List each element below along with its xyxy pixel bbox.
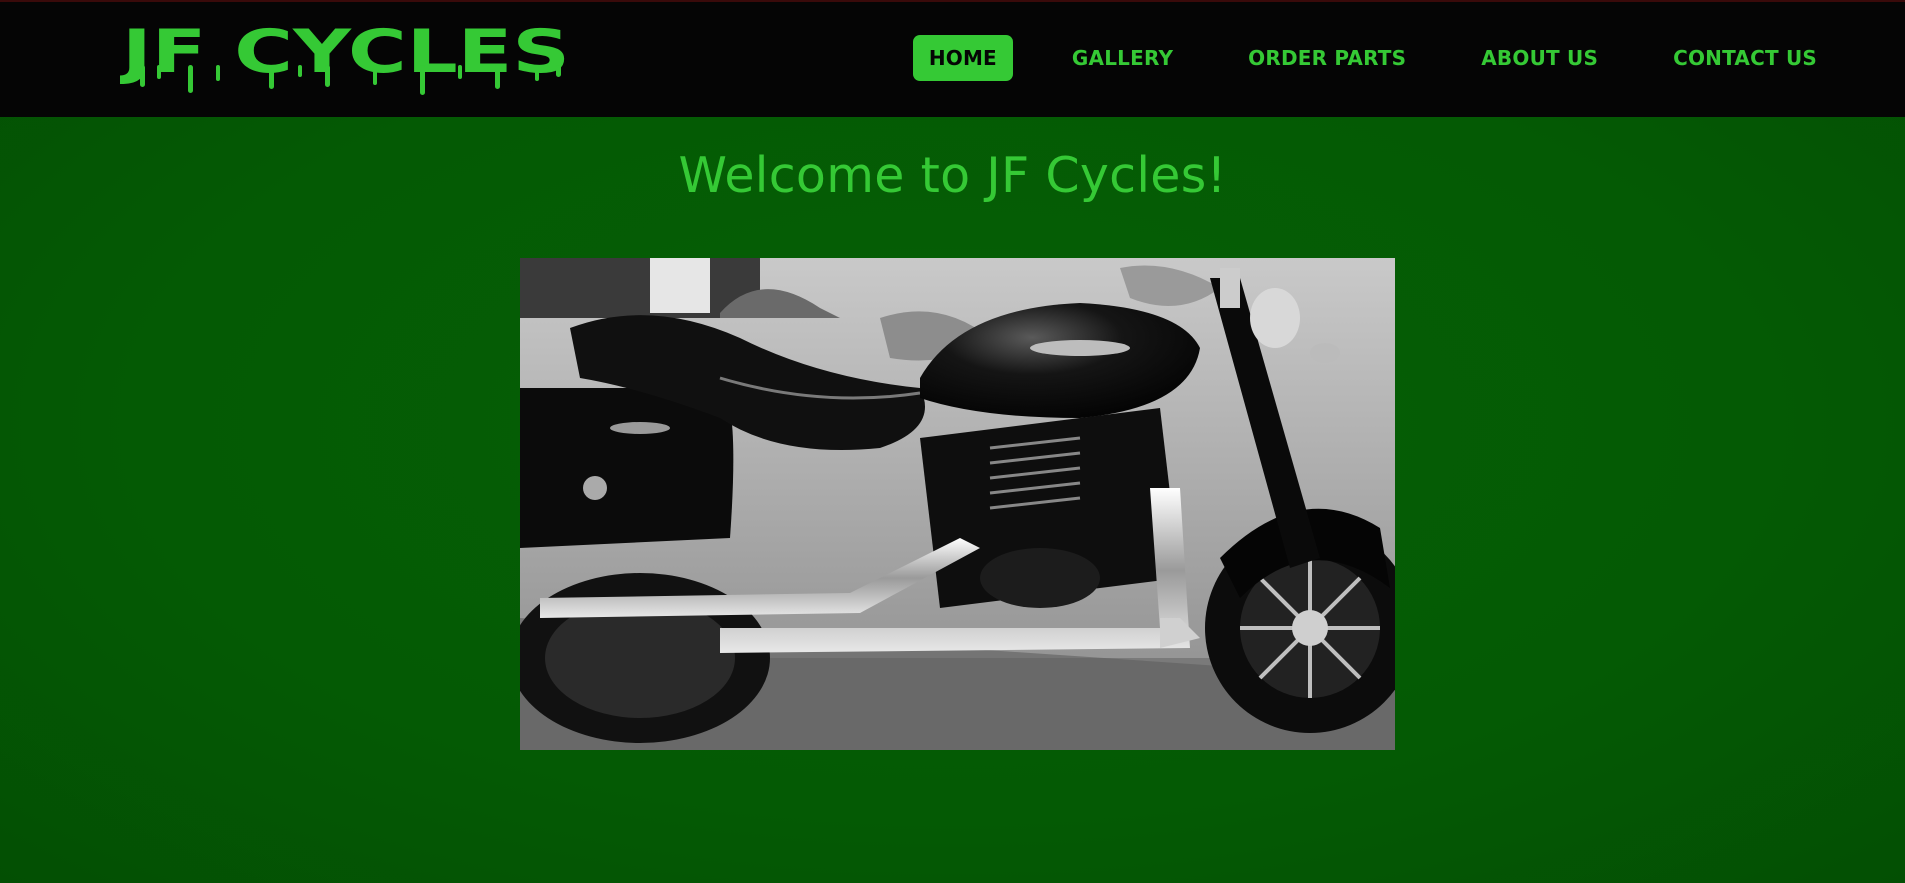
nav-home[interactable]: HOME bbox=[912, 35, 1013, 81]
nav-order-parts[interactable]: ORDER PARTS bbox=[1232, 35, 1422, 81]
nav-contact-us[interactable]: CONTACT US bbox=[1657, 35, 1833, 81]
nav-gallery[interactable]: GALLERY bbox=[1056, 35, 1189, 81]
main-content: Welcome to JF Cycles! bbox=[0, 117, 1905, 883]
logo-text: JF CYCLES bbox=[120, 17, 570, 87]
site-logo[interactable]: .lg { font-family: "DejaVu Sans", sans-s… bbox=[120, 10, 580, 102]
hero-motorcycle-image bbox=[520, 258, 1395, 750]
main-nav: HOME GALLERY ORDER PARTS ABOUT US CONTAC… bbox=[912, 35, 1833, 81]
page-title: Welcome to JF Cycles! bbox=[678, 147, 1227, 204]
nav-about-us[interactable]: ABOUT US bbox=[1465, 35, 1614, 81]
site-header: .lg { font-family: "DejaVu Sans", sans-s… bbox=[0, 2, 1905, 117]
